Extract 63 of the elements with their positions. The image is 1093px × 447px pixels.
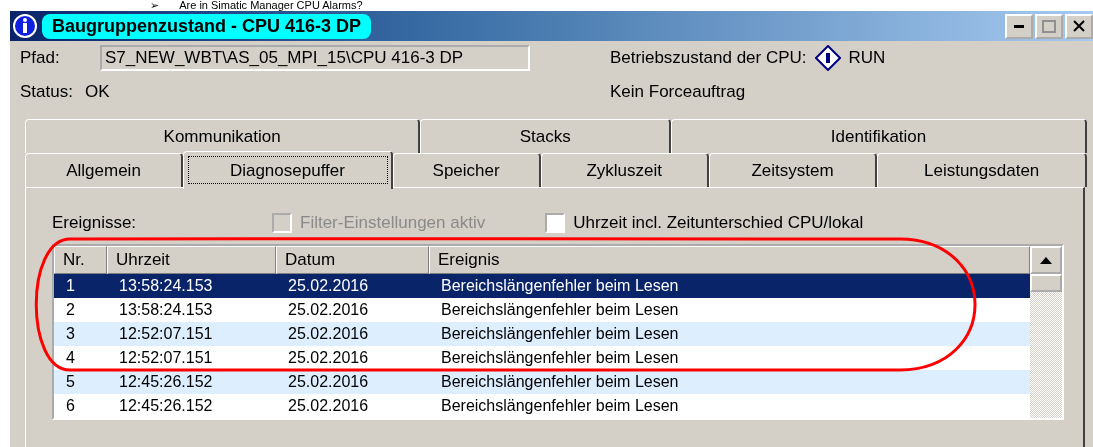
tab[interactable]: Identifikation	[671, 119, 1087, 153]
event-row[interactable]: 5 12:45:26.152 25.02.2016 Bereichslängenfehler beim Lesen	[54, 370, 1030, 394]
column-header[interactable]: Uhrzeit	[107, 246, 276, 274]
status-label: Status:	[20, 82, 73, 102]
force-status: Kein Forceauftrag	[610, 82, 746, 102]
minimize-button[interactable]	[1005, 13, 1033, 39]
table-cell-text: 25.02.2016	[287, 396, 370, 416]
question-heading: Are in Simatic Manager CPU Alarms?	[179, 0, 363, 11]
table-cell-text: 5	[65, 372, 76, 392]
table-cell-text: 1	[65, 276, 76, 296]
up-arrow-icon	[1040, 256, 1052, 264]
table-cell-text: 6	[65, 396, 76, 416]
scrollbar[interactable]	[1030, 246, 1062, 418]
table-cell-text: 12:45:26.152	[118, 396, 214, 416]
table-cell-text: 25.02.2016	[287, 324, 370, 344]
table-cell-text: 13:58:24.153	[118, 276, 214, 296]
table-cell-text: 25.02.2016	[287, 348, 370, 368]
scroll-up-button[interactable]	[1030, 246, 1062, 274]
tab[interactable]: Zykluszeit	[540, 153, 709, 187]
events-label: Ereignisse:	[52, 213, 138, 233]
table-cell-text: 12:45:26.152	[118, 372, 214, 392]
table-cell-text: 4	[65, 348, 76, 368]
table-cell-text: 12:52:07.151	[118, 324, 214, 344]
table-cell-text: 25.02.2016	[287, 300, 370, 320]
table-cell-text: 12:52:07.151	[118, 348, 214, 368]
table-cell-text: 3	[65, 324, 76, 344]
table-cell-text: 25.02.2016	[287, 276, 370, 296]
table-cell-text: Bereichslängenfehler beim Lesen	[440, 372, 680, 392]
maximize-icon	[1042, 19, 1056, 33]
tab[interactable]: Stacks	[420, 119, 672, 153]
path-label: Pfad:	[20, 48, 61, 68]
column-header[interactable]: Ereignis	[429, 246, 1030, 274]
table-cell-text: 2	[65, 300, 76, 320]
bullet-arrow: ➢	[150, 0, 160, 11]
diamond-icon	[814, 45, 841, 71]
tab[interactable]: Leistungsdaten	[877, 153, 1087, 187]
table-cell-text: Bereichslängenfehler beim Lesen	[440, 396, 680, 416]
option-checkbox[interactable]: Uhrzeit incl. Zeitunterschied CPU/lokal	[545, 213, 864, 233]
table-cell-text: Bereichslängenfehler beim Lesen	[440, 348, 680, 368]
column-header[interactable]: Datum	[276, 246, 429, 274]
window-title: Baugruppenzustand - CPU 416-3 DP	[42, 13, 372, 39]
table-cell-text: 13:58:24.153	[118, 300, 214, 320]
cpu-mode-label: Betriebszustand der CPU:	[610, 48, 807, 68]
info-icon	[12, 13, 38, 39]
close-button[interactable]	[1065, 13, 1093, 39]
tab[interactable]: Kommunikation	[25, 119, 421, 153]
tab[interactable]: Speicher	[392, 153, 541, 187]
tab[interactable]: Diagnosepuffer	[183, 151, 393, 189]
status-value: OK	[84, 82, 110, 102]
column-header[interactable]: Nr.	[54, 246, 107, 274]
close-icon	[1073, 20, 1085, 32]
table-cell-text: Bereichslängenfehler beim Lesen	[440, 276, 680, 296]
cpu-mode-value: RUN	[848, 48, 886, 68]
table-cell-text: Bereichslängenfehler beim Lesen	[440, 324, 680, 344]
table-cell-text: 25.02.2016	[287, 372, 370, 392]
table-cell-text: Bereichslängenfehler beim Lesen	[440, 300, 680, 320]
scroll-thumb[interactable]	[1030, 274, 1062, 292]
path-field[interactable]: S7_NEW_WBT\AS_05_MPI_15\CPU 416-3 DP	[100, 45, 530, 71]
tab[interactable]: Allgemein	[25, 153, 184, 187]
event-row[interactable]: 3 12:52:07.151 25.02.2016 Bereichslängenfehler beim Lesen	[54, 322, 1030, 346]
tab[interactable]: Zeitsystem	[708, 153, 878, 187]
event-row[interactable]: 1 13:58:24.153 25.02.2016 Bereichslängenfehler beim Lesen	[54, 274, 1030, 298]
minimize-icon	[1014, 24, 1024, 28]
